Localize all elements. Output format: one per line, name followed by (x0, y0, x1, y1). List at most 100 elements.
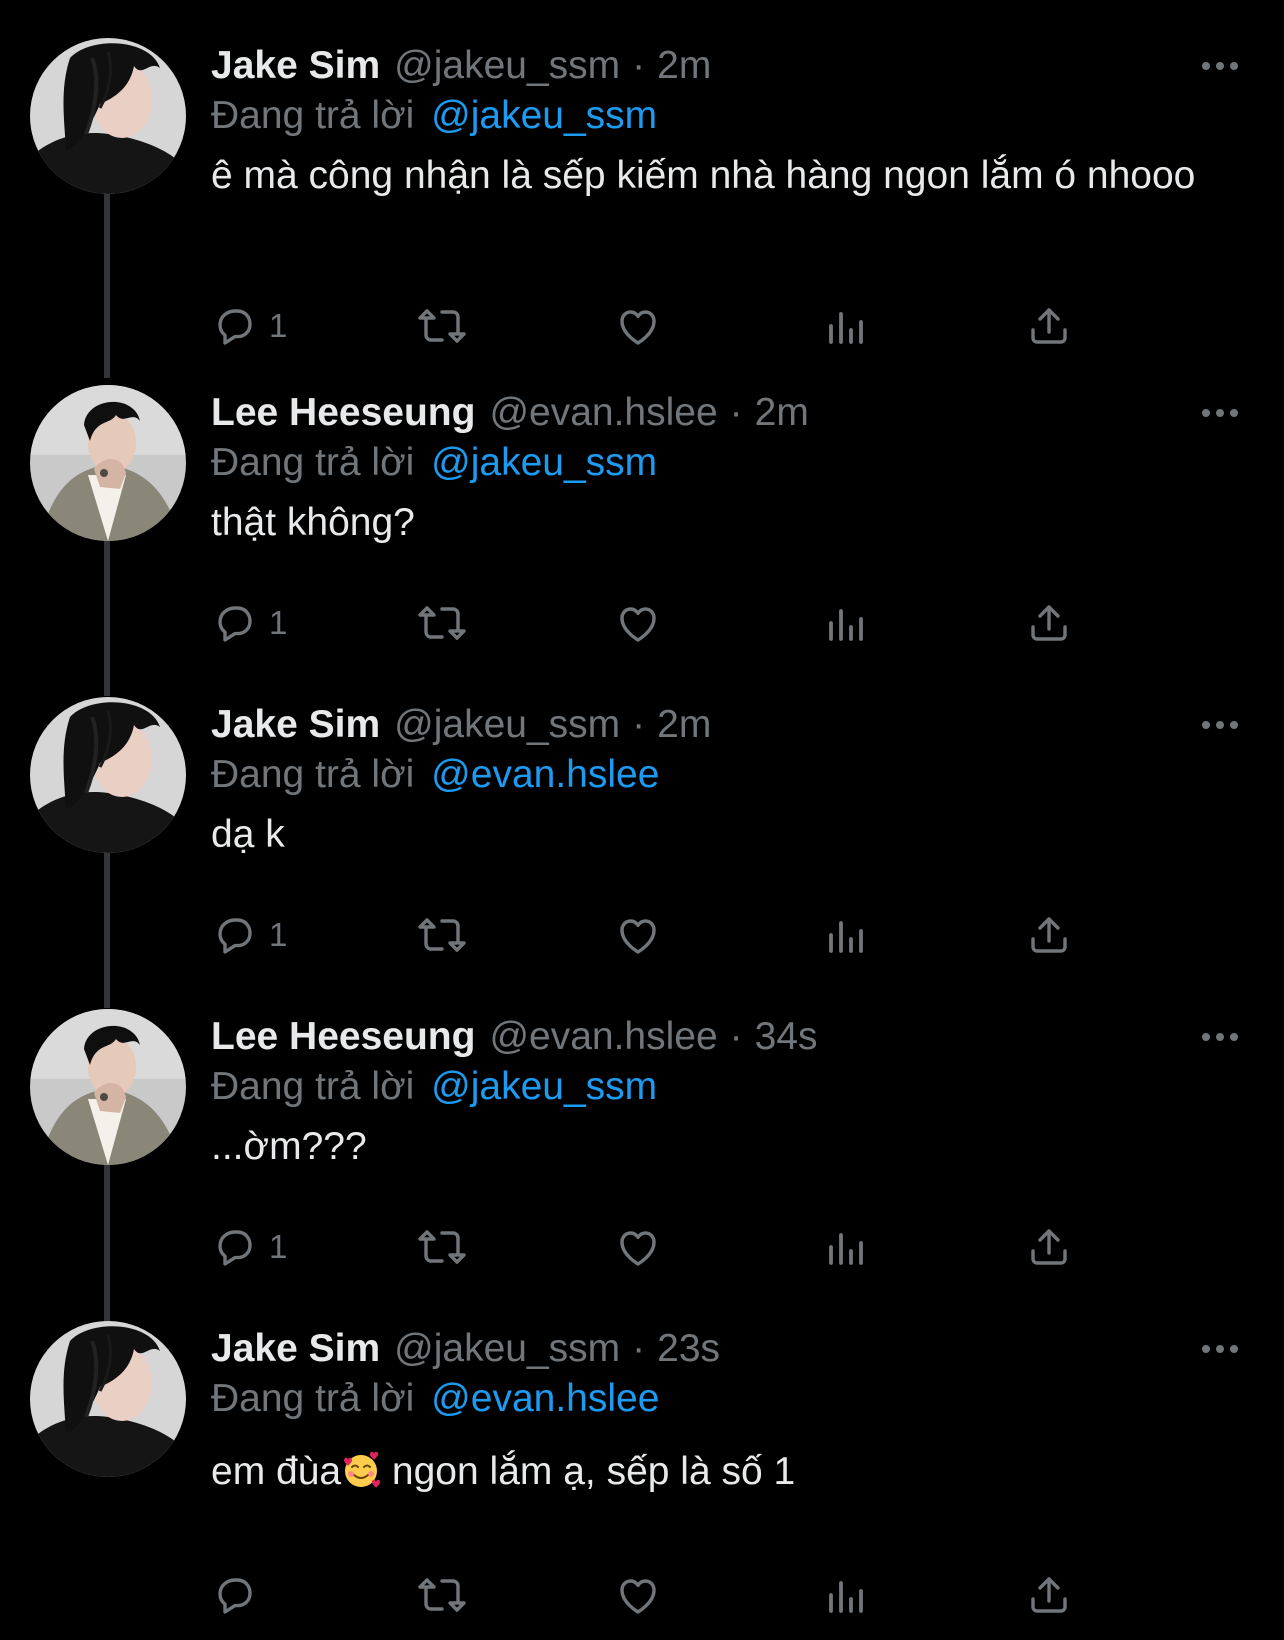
tweet-actions: 1 (211, 296, 1261, 356)
share-button[interactable] (1025, 1217, 1073, 1277)
username-handle[interactable]: @jakeu_ssm (394, 697, 620, 753)
display-name[interactable]: Lee Heeseung (211, 385, 475, 441)
timestamp[interactable]: 2m (657, 697, 711, 753)
username-handle[interactable]: @evan.hslee (489, 385, 717, 441)
avatar-jake-sim[interactable] (30, 38, 186, 194)
tweet-header: Jake Sim @jakeu_ssm · 2m (211, 38, 711, 94)
views-button[interactable] (821, 1217, 869, 1277)
retweet-arrows-icon (418, 918, 466, 952)
more-options-button[interactable] (1200, 395, 1240, 431)
display-name[interactable]: Jake Sim (211, 697, 380, 753)
heart-icon (620, 919, 656, 954)
reply-bubble-icon (218, 1230, 252, 1266)
reply-button[interactable]: 1 (211, 593, 287, 653)
replying-to-line: Đang trả lời @evan.hslee (211, 1371, 659, 1427)
more-horizontal-icon (1202, 721, 1238, 729)
like-button[interactable] (614, 296, 662, 356)
share-button[interactable] (1025, 1565, 1073, 1625)
username-handle[interactable]: @jakeu_ssm (394, 38, 620, 94)
reply-count: 1 (269, 1228, 288, 1265)
reply-button[interactable]: 1 (211, 296, 287, 356)
retweet-button[interactable] (416, 1217, 468, 1277)
replying-to-line: Đang trả lời @evan.hslee (211, 747, 659, 803)
timestamp[interactable]: 2m (755, 385, 809, 441)
replying-to-line: Đang trả lời @jakeu_ssm (211, 435, 657, 491)
display-name[interactable]: Jake Sim (211, 1321, 380, 1377)
bar-chart-icon (829, 609, 863, 641)
timestamp[interactable]: 23s (657, 1321, 720, 1377)
display-name[interactable]: Jake Sim (211, 38, 380, 94)
like-button[interactable] (614, 1565, 662, 1625)
views-button[interactable] (821, 593, 869, 653)
views-button[interactable] (821, 1565, 869, 1625)
more-options-button[interactable] (1200, 48, 1240, 84)
tweet[interactable]: Lee Heeseung @evan.hslee · 2m Đang trả l… (0, 385, 1284, 675)
bar-chart-icon (829, 1233, 863, 1265)
more-horizontal-icon (1202, 1033, 1238, 1041)
reply-button[interactable] (211, 1565, 269, 1625)
tweet[interactable]: Jake Sim @jakeu_ssm · 2m Đang trả lời @e… (0, 697, 1284, 987)
retweet-button[interactable] (416, 593, 468, 653)
separator-dot: · (632, 44, 646, 87)
separator-dot: · (729, 391, 743, 434)
retweet-button[interactable] (416, 905, 468, 965)
replying-to-line: Đang trả lời @jakeu_ssm (211, 88, 657, 144)
retweet-arrows-icon (418, 1578, 466, 1612)
display-name[interactable]: Lee Heeseung (211, 1009, 475, 1065)
mention-link[interactable]: @evan.hslee (431, 1377, 659, 1420)
tweet-text: thật không? (211, 501, 415, 544)
views-button[interactable] (821, 905, 869, 965)
timestamp[interactable]: 2m (657, 38, 711, 94)
tweet-header: Jake Sim @jakeu_ssm · 2m (211, 697, 711, 753)
separator-dot: · (632, 703, 646, 746)
replying-label: Đang trả lời (211, 753, 415, 796)
mention-link[interactable]: @evan.hslee (431, 753, 659, 796)
heart-icon (620, 1231, 656, 1266)
reply-button[interactable]: 1 (211, 905, 287, 965)
more-options-button[interactable] (1200, 707, 1240, 743)
username-handle[interactable]: @jakeu_ssm (394, 1321, 620, 1377)
bar-chart-icon (829, 312, 863, 344)
more-horizontal-icon (1202, 62, 1238, 70)
replying-label: Đang trả lời (211, 1065, 415, 1108)
replying-label: Đang trả lời (211, 94, 415, 137)
retweet-button[interactable] (416, 296, 468, 356)
tweet-text-part: ngon lắm ạ, sếp là số 1 (381, 1450, 796, 1493)
username-handle[interactable]: @evan.hslee (489, 1009, 717, 1065)
share-button[interactable] (1025, 296, 1073, 356)
views-button[interactable] (821, 296, 869, 356)
heart-icon (620, 607, 656, 642)
tweet-actions: 1 (211, 593, 1261, 653)
avatar-lee-heeseung[interactable] (30, 385, 186, 541)
avatar-lee-heeseung[interactable] (30, 1009, 186, 1165)
like-button[interactable] (614, 905, 662, 965)
more-options-button[interactable] (1200, 1019, 1240, 1055)
tweet[interactable]: Lee Heeseung @evan.hslee · 34s Đang trả … (0, 1009, 1284, 1299)
share-button[interactable] (1025, 593, 1073, 653)
more-options-button[interactable] (1200, 1331, 1240, 1367)
like-button[interactable] (614, 1217, 662, 1277)
tweet[interactable]: Jake Sim @jakeu_ssm · 23s Đang trả lời @… (0, 1321, 1284, 1636)
replying-to-line: Đang trả lời @jakeu_ssm (211, 1059, 657, 1115)
avatar-jake-sim[interactable] (30, 697, 186, 853)
retweet-arrows-icon (418, 1230, 466, 1264)
bar-chart-icon (829, 1581, 863, 1613)
reply-button[interactable]: 1 (211, 1217, 287, 1277)
tweet[interactable]: Jake Sim @jakeu_ssm · 2m Đang trả lời @j… (0, 38, 1284, 358)
tweet-actions: 1 (211, 1217, 1261, 1277)
smiling-face-with-hearts-emoji (344, 1451, 381, 1488)
avatar-jake-sim[interactable] (30, 1321, 186, 1477)
retweet-button[interactable] (416, 1565, 468, 1625)
separator-dot: · (632, 1327, 646, 1370)
separator-dot: · (729, 1015, 743, 1058)
like-button[interactable] (614, 593, 662, 653)
mention-link[interactable]: @jakeu_ssm (431, 1065, 657, 1108)
reply-bubble-icon (218, 1578, 252, 1614)
mention-link[interactable]: @jakeu_ssm (431, 441, 657, 484)
tweet-text: ...ờm??? (211, 1125, 367, 1168)
mention-link[interactable]: @jakeu_ssm (431, 94, 657, 137)
share-button[interactable] (1025, 905, 1073, 965)
tweet-text: dạ k (211, 813, 285, 856)
timestamp[interactable]: 34s (755, 1009, 818, 1065)
tweet-text-part: em đùa (211, 1450, 342, 1493)
